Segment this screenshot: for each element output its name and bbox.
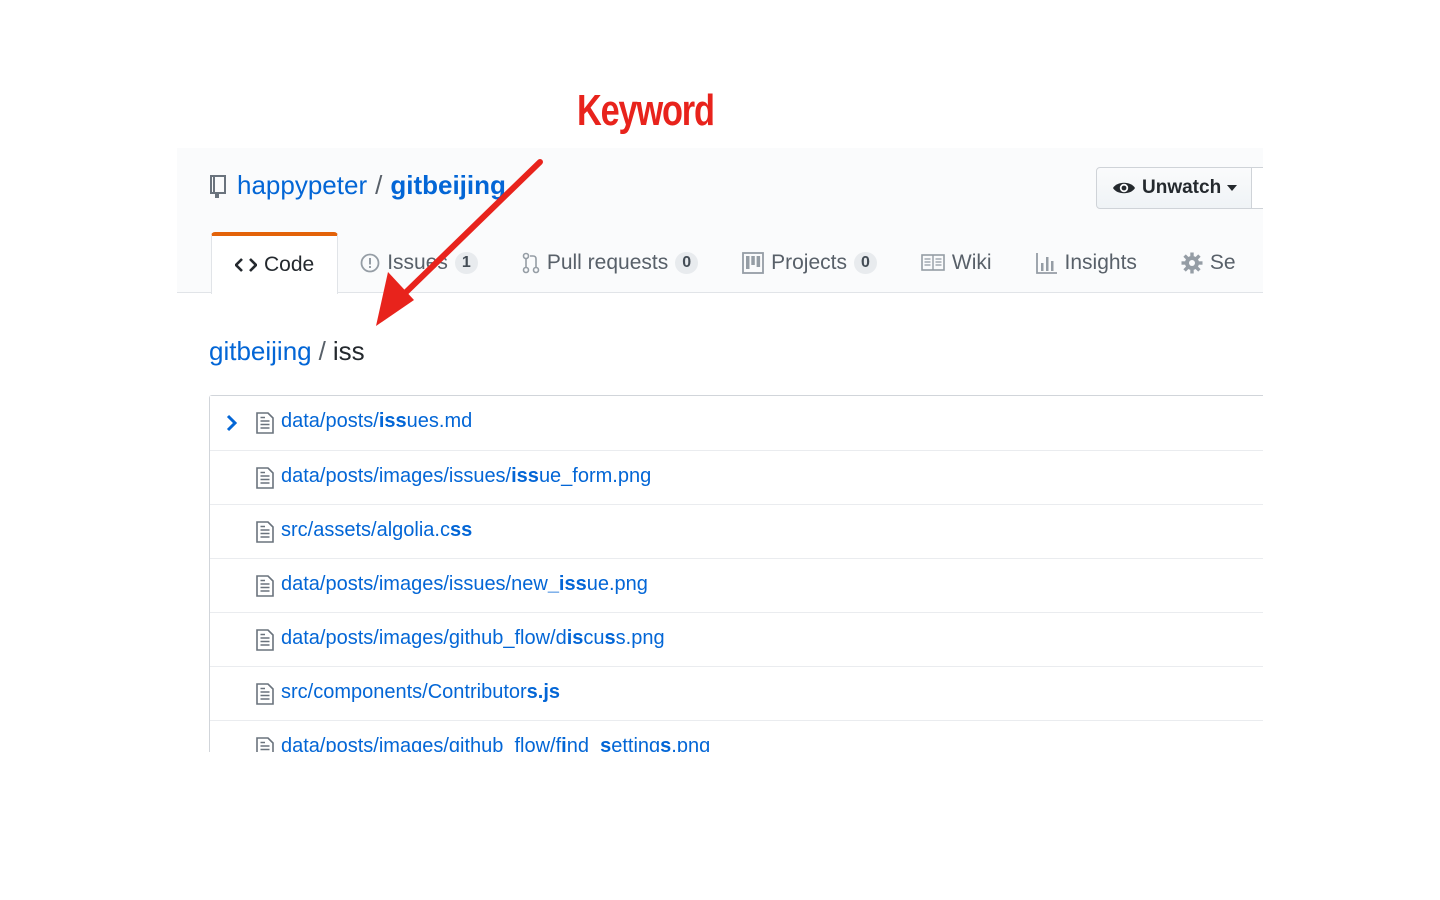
path-segment: src/components/Contributor	[281, 681, 527, 703]
file-icon	[255, 521, 275, 543]
path-segment: ues.md	[406, 410, 473, 432]
code-icon	[235, 257, 257, 273]
repo-icon	[209, 173, 229, 199]
file-result-row[interactable]: data/posts/images/issues/new_issue.png	[210, 558, 1263, 612]
file-icon	[255, 737, 275, 752]
tab-pull-requests[interactable]: Pull requests 0	[500, 232, 720, 293]
path-segment: cu	[583, 627, 605, 649]
file-result-row[interactable]: data/posts/issues.md	[210, 396, 1263, 450]
repo-separator: /	[375, 170, 383, 200]
file-icon	[255, 412, 275, 434]
repo-name-link[interactable]: gitbeijing	[390, 170, 506, 201]
pull-requests-counter: 0	[675, 251, 699, 274]
file-path-link[interactable]: data/posts/images/issues/issue_form.png	[281, 465, 651, 488]
file-path-link[interactable]: src/components/Contributors.js	[281, 681, 560, 704]
tab-projects-label: Projects	[771, 250, 847, 274]
tab-issues[interactable]: Issues 1	[338, 232, 500, 293]
path-segment: etting	[611, 735, 661, 752]
tab-insights-label: Insights	[1064, 250, 1137, 274]
breadcrumb-repo-link[interactable]: gitbeijing	[209, 336, 312, 366]
tab-code[interactable]: Code	[211, 232, 339, 294]
tab-insights[interactable]: Insights	[1014, 232, 1159, 293]
tab-settings[interactable]: Se	[1159, 232, 1258, 293]
match-highlight: iss	[511, 465, 539, 487]
unwatch-button[interactable]: Unwatch	[1096, 167, 1252, 209]
repo-title: happypeter / gitbeijing	[209, 170, 506, 201]
chevron-right-icon	[224, 413, 240, 433]
pull-request-icon	[522, 252, 540, 274]
file-path-link[interactable]: data/posts/images/github_flow/discuss.pn…	[281, 627, 665, 650]
path-segment: data/posts/	[281, 410, 379, 432]
chevron-down-icon	[1227, 185, 1238, 191]
tab-issues-label: Issues	[387, 250, 448, 274]
file-icon	[255, 683, 275, 705]
file-finder-breadcrumb: gitbeijing / iss	[209, 336, 365, 367]
file-icon	[255, 575, 275, 597]
path-segment: nd_	[566, 735, 601, 752]
repo-owner-link[interactable]: happypeter	[237, 170, 367, 201]
path-segment: data/posts/images/github_flow/f	[281, 735, 562, 752]
file-finder-query[interactable]: iss	[333, 336, 365, 366]
keyword-annotation-label: Keyword	[577, 86, 715, 135]
file-finder-results: data/posts/issues.md data/posts/images/is…	[209, 395, 1263, 752]
file-result-row[interactable]: data/posts/images/issues/issue_form.png	[210, 450, 1263, 504]
file-result-row[interactable]: src/components/Contributors.js	[210, 666, 1263, 720]
match-highlight: ss	[449, 519, 473, 541]
file-path-link[interactable]: src/assets/algolia.css	[281, 519, 472, 542]
eye-icon	[1112, 179, 1136, 197]
graph-icon	[1035, 252, 1058, 274]
repo-nav-tabs: Code Issues 1 Pull requests 0 Projects 0	[211, 232, 1258, 294]
match-highlight: iss	[378, 410, 407, 432]
watch-count-box[interactable]	[1251, 167, 1263, 209]
breadcrumb-separator: /	[318, 336, 326, 366]
tab-settings-label: Se	[1209, 250, 1236, 274]
match-highlight: _iss	[547, 573, 587, 595]
issues-counter: 1	[454, 251, 478, 274]
path-segment: s.png	[615, 627, 665, 649]
unwatch-label: Unwatch	[1142, 177, 1222, 198]
project-icon	[742, 251, 765, 274]
file-icon	[255, 467, 275, 489]
tab-wiki[interactable]: Wiki	[899, 232, 1014, 293]
gear-icon	[1181, 252, 1203, 274]
projects-counter: 0	[853, 251, 877, 274]
file-path-link[interactable]: data/posts/images/issues/new_issue.png	[281, 573, 648, 596]
file-result-row[interactable]: data/posts/images/github_flow/find_setti…	[210, 720, 1263, 752]
path-segment: data/posts/images/github_flow/d	[281, 627, 567, 649]
path-segment: data/posts/images/issues/new	[281, 573, 548, 595]
match-highlight: s	[604, 627, 616, 649]
match-highlight: s	[660, 735, 672, 752]
path-segment: ue_form.png	[538, 465, 652, 487]
tab-pull-requests-label: Pull requests	[546, 250, 669, 274]
file-result-row[interactable]: src/assets/algolia.css	[210, 504, 1263, 558]
file-path-link[interactable]: data/posts/issues.md	[281, 410, 472, 433]
github-repo-screenshot: happypeter / gitbeijing Unwatch Code Iss…	[177, 148, 1263, 752]
book-icon	[921, 253, 945, 272]
file-icon	[255, 629, 275, 651]
path-segment: data/posts/images/issues/	[281, 465, 512, 487]
path-segment: .png	[671, 735, 711, 752]
match-highlight: s.js	[526, 681, 561, 703]
match-highlight: s	[600, 735, 612, 752]
file-result-row[interactable]: data/posts/images/github_flow/discuss.pn…	[210, 612, 1263, 666]
tab-wiki-label: Wiki	[951, 250, 992, 274]
path-segment: src/assets/algolia.c	[281, 519, 450, 541]
tab-projects[interactable]: Projects 0	[720, 232, 899, 293]
match-highlight: is	[566, 627, 584, 649]
path-segment: ue.png	[586, 573, 648, 595]
tab-code-label: Code	[264, 253, 315, 276]
issue-icon	[360, 253, 380, 273]
file-path-link[interactable]: data/posts/images/github_flow/find_setti…	[281, 735, 710, 752]
